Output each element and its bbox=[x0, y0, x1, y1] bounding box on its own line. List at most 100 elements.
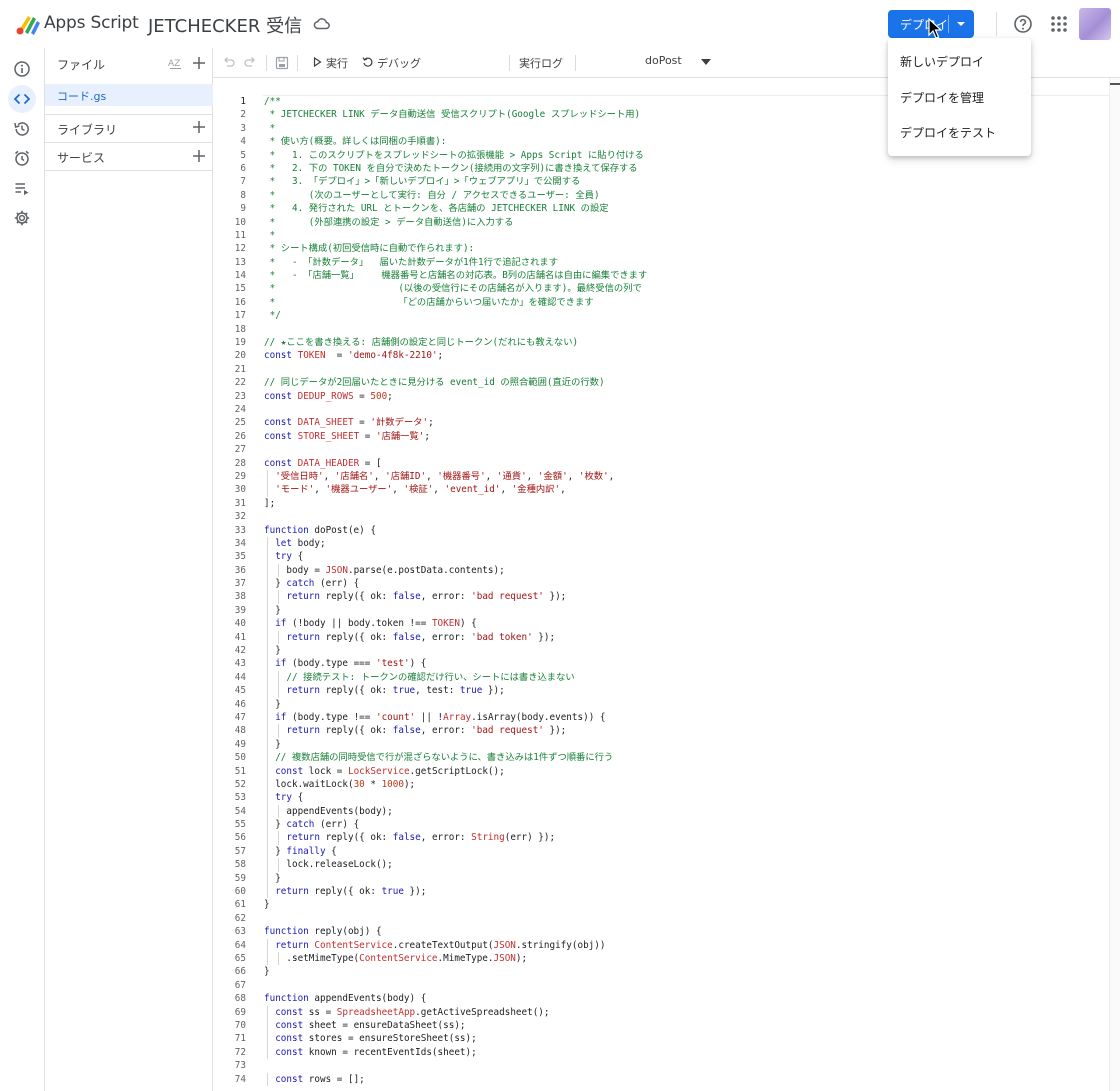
code-line[interactable]: 62 bbox=[213, 912, 1109, 925]
code-line[interactable]: 36 body = JSON.parse(e.postData.contents… bbox=[213, 563, 1109, 578]
code-line[interactable]: 7 * 3. 「デプロイ」>「新しいデプロイ」>「ウェブアプリ」で公開する bbox=[213, 175, 1109, 188]
add-file-plus-icon[interactable] bbox=[192, 56, 206, 70]
code-line[interactable]: 42 } bbox=[213, 644, 1109, 658]
code-line[interactable]: 31]; bbox=[213, 497, 1109, 510]
code-line[interactable]: 74 const rows = []; bbox=[213, 1072, 1109, 1086]
code-line[interactable]: 29 '受信日時', '店舗名', '店舗ID', '機器番号', '通貨', … bbox=[213, 469, 1109, 484]
editor-scrollbar[interactable] bbox=[1109, 78, 1120, 1091]
rail-versions[interactable] bbox=[8, 115, 36, 143]
rail-triggers[interactable] bbox=[8, 144, 36, 172]
code-line[interactable]: 54 appendEvents(body); bbox=[213, 804, 1109, 819]
code-line[interactable]: 67 bbox=[213, 979, 1109, 992]
run-button[interactable]: 実行 bbox=[313, 54, 351, 72]
code-line[interactable]: 71 const stores = ensureStoreSheet(ss); bbox=[213, 1032, 1109, 1046]
code-line[interactable]: 14 * - 「店舗一覧」 機器番号と店舗名の対応表。B列の店舗名は自由に編集で… bbox=[213, 269, 1109, 282]
deploy-button-label[interactable]: デプロイ bbox=[900, 16, 948, 33]
code-line[interactable]: 46 } bbox=[213, 697, 1109, 711]
apps-script-logo-icon[interactable] bbox=[15, 12, 41, 36]
code-line[interactable]: 32 bbox=[213, 510, 1109, 523]
app-name[interactable]: Apps Script bbox=[44, 13, 139, 33]
code-line[interactable]: 47 if (body.type !== 'count' || !Array.i… bbox=[213, 710, 1109, 725]
code-line[interactable]: 10 * (外部連携の設定 > データ自動送信)に入力する bbox=[213, 216, 1109, 229]
code-line[interactable]: 15 * (以後の受信行にその店舗名が入ります)。最終受信の列で bbox=[213, 282, 1109, 295]
code-line[interactable]: 70 const sheet = ensureDataSheet(ss); bbox=[213, 1018, 1109, 1033]
code-line[interactable]: 45 return reply({ ok: true, test: true }… bbox=[213, 684, 1109, 698]
execution-log-button[interactable]: 実行ログ bbox=[519, 54, 567, 72]
code-line[interactable]: 69 const ss = SpreadsheetApp.getActiveSp… bbox=[213, 1005, 1109, 1019]
code-line[interactable]: 40 if (!body || body.token !== TOKEN) { bbox=[213, 617, 1109, 631]
code-line[interactable]: 73 bbox=[213, 1059, 1109, 1072]
code-line[interactable]: 30 'モード', '機器ユーザー', '検証', 'event_id', '金… bbox=[213, 483, 1109, 497]
code-line[interactable]: 33 function doPost(e) { bbox=[213, 524, 1109, 537]
code-line[interactable]: 17 */ bbox=[213, 309, 1109, 322]
code-line[interactable]: 51 const lock = LockService.getScriptLoc… bbox=[213, 764, 1109, 778]
undo-icon[interactable] bbox=[222, 56, 236, 70]
code-line[interactable]: 35 try { bbox=[213, 550, 1109, 564]
code-line[interactable]: 39 } bbox=[213, 603, 1109, 618]
code-line[interactable]: 11 * bbox=[213, 229, 1109, 242]
rail-settings[interactable] bbox=[8, 204, 36, 232]
redo-icon[interactable] bbox=[243, 56, 257, 70]
rail-overview[interactable] bbox=[8, 55, 36, 83]
account-avatar[interactable] bbox=[1079, 8, 1111, 40]
code-line[interactable]: 65 .setMimeType(ContentService.MimeType.… bbox=[213, 952, 1109, 966]
code-line[interactable]: 25 const DATA_SHEET = '計数データ'; bbox=[213, 416, 1109, 429]
code-line[interactable]: 21 bbox=[213, 363, 1109, 376]
code-line[interactable]: 22 // 同じデータが2回届いたときに見分ける event_id の照合範囲(直… bbox=[213, 376, 1109, 389]
code-line[interactable]: 52 lock.waitLock(30 * 1000); bbox=[213, 777, 1109, 792]
project-title[interactable]: JETCHECKER 受信 bbox=[148, 12, 302, 38]
rail-executions[interactable] bbox=[8, 174, 36, 202]
code-line[interactable]: 26 const STORE_SHEET = '店舗一覧'; bbox=[213, 430, 1109, 443]
add-service-plus-icon[interactable] bbox=[192, 149, 206, 163]
code-line[interactable]: 61} bbox=[213, 898, 1109, 911]
sort-az-icon[interactable]: AZ bbox=[167, 55, 185, 71]
menu-item-manage-deployments[interactable]: デプロイを管理 bbox=[888, 81, 1031, 111]
code-line[interactable]: 8 * (次のユーザーとして実行: 自分 / アクセスできるユーザー: 全員) bbox=[213, 189, 1109, 202]
code-line[interactable]: 68 function appendEvents(body) { bbox=[213, 992, 1109, 1005]
file-item-code-gs[interactable]: コード.gs bbox=[45, 84, 213, 106]
chevron-down-icon[interactable] bbox=[701, 59, 711, 65]
menu-item-test-deployments[interactable]: デプロイをテスト bbox=[888, 116, 1031, 146]
menu-item-new-deployment[interactable]: 新しいデプロイ bbox=[888, 45, 1031, 75]
code-line[interactable]: 28 const DATA_HEADER = [ bbox=[213, 457, 1109, 470]
code-line[interactable]: 50 // 複数店舗の同時受信で行が混ざらないように、書き込みは1件ずつ順番に行… bbox=[213, 751, 1109, 765]
debug-button[interactable]: デバッグ bbox=[362, 54, 422, 72]
code-line[interactable]: 20 const TOKEN = 'demo-4f8k-2210'; bbox=[213, 349, 1109, 362]
google-apps-grid-icon[interactable] bbox=[1050, 15, 1068, 33]
code-line[interactable]: 64 return ContentService.createTextOutpu… bbox=[213, 938, 1109, 952]
code-line[interactable]: 34 let body; bbox=[213, 536, 1109, 551]
code-line[interactable]: 12 * シート構成(初回受信時に自動で作られます): bbox=[213, 242, 1109, 255]
help-icon[interactable] bbox=[1013, 14, 1033, 34]
code-line[interactable]: 55 } catch (err) { bbox=[213, 818, 1109, 832]
chevron-down-icon[interactable] bbox=[954, 18, 968, 30]
code-line[interactable]: 60 return reply({ ok: true }); bbox=[213, 885, 1109, 899]
code-line[interactable]: 24 bbox=[213, 403, 1109, 416]
code-line[interactable]: 53 try { bbox=[213, 791, 1109, 805]
save-icon[interactable] bbox=[275, 56, 289, 70]
code-editor[interactable]: 1 /** 2 * JETCHECKER LINK データ自動送信 受信スクリプト(… bbox=[213, 78, 1120, 1091]
code-line[interactable]: 49 } bbox=[213, 737, 1109, 752]
code-line[interactable]: 6 * 2. 下の TOKEN を自分で決めたトークン(接続用の文字列)に書き換… bbox=[213, 162, 1109, 175]
code-line[interactable]: 57 } finally { bbox=[213, 844, 1109, 859]
code-line[interactable]: 66} bbox=[213, 965, 1109, 978]
code-lines[interactable]: 1 /** 2 * JETCHECKER LINK データ自動送信 受信スクリプト(… bbox=[213, 95, 1109, 1086]
code-line[interactable]: 38 return reply({ ok: false, error: 'bad… bbox=[213, 590, 1109, 604]
code-line[interactable]: 18 bbox=[213, 323, 1109, 336]
code-line[interactable]: 37 } catch (err) { bbox=[213, 577, 1109, 591]
code-line[interactable]: 41 return reply({ ok: false, error: 'bad… bbox=[213, 630, 1109, 645]
code-line[interactable]: 63 function reply(obj) { bbox=[213, 925, 1109, 938]
code-line[interactable]: 58 lock.releaseLock(); bbox=[213, 858, 1109, 872]
code-line[interactable]: 56 return reply({ ok: false, error: Stri… bbox=[213, 831, 1109, 845]
code-line[interactable]: 72 const known = recentEventIds(sheet); bbox=[213, 1045, 1109, 1060]
code-line[interactable]: 48 return reply({ ok: false, error: 'bad… bbox=[213, 724, 1109, 738]
code-line[interactable]: 27 bbox=[213, 443, 1109, 456]
code-line[interactable]: 43 if (body.type === 'test') { bbox=[213, 657, 1109, 671]
rail-editor[interactable] bbox=[8, 85, 36, 113]
add-library-plus-icon[interactable] bbox=[192, 120, 206, 134]
code-line[interactable]: 44 // 接続テスト: トークンの確認だけ行い、シートには書き込まない bbox=[213, 670, 1109, 685]
code-line[interactable]: 9 * 4. 発行された URL とトークンを、各店舗の JETCHECKER … bbox=[213, 202, 1109, 215]
code-line[interactable]: 16 * 「どの店舗からいつ届いたか」を確認できます bbox=[213, 296, 1109, 309]
code-line[interactable]: 19 // ★ここを書き換える: 店舗側の設定と同じトークン(だれにも教えない) bbox=[213, 336, 1109, 349]
deploy-button[interactable]: デプロイ bbox=[888, 10, 974, 38]
code-line[interactable]: 23 const DEDUP_ROWS = 500; bbox=[213, 390, 1109, 403]
